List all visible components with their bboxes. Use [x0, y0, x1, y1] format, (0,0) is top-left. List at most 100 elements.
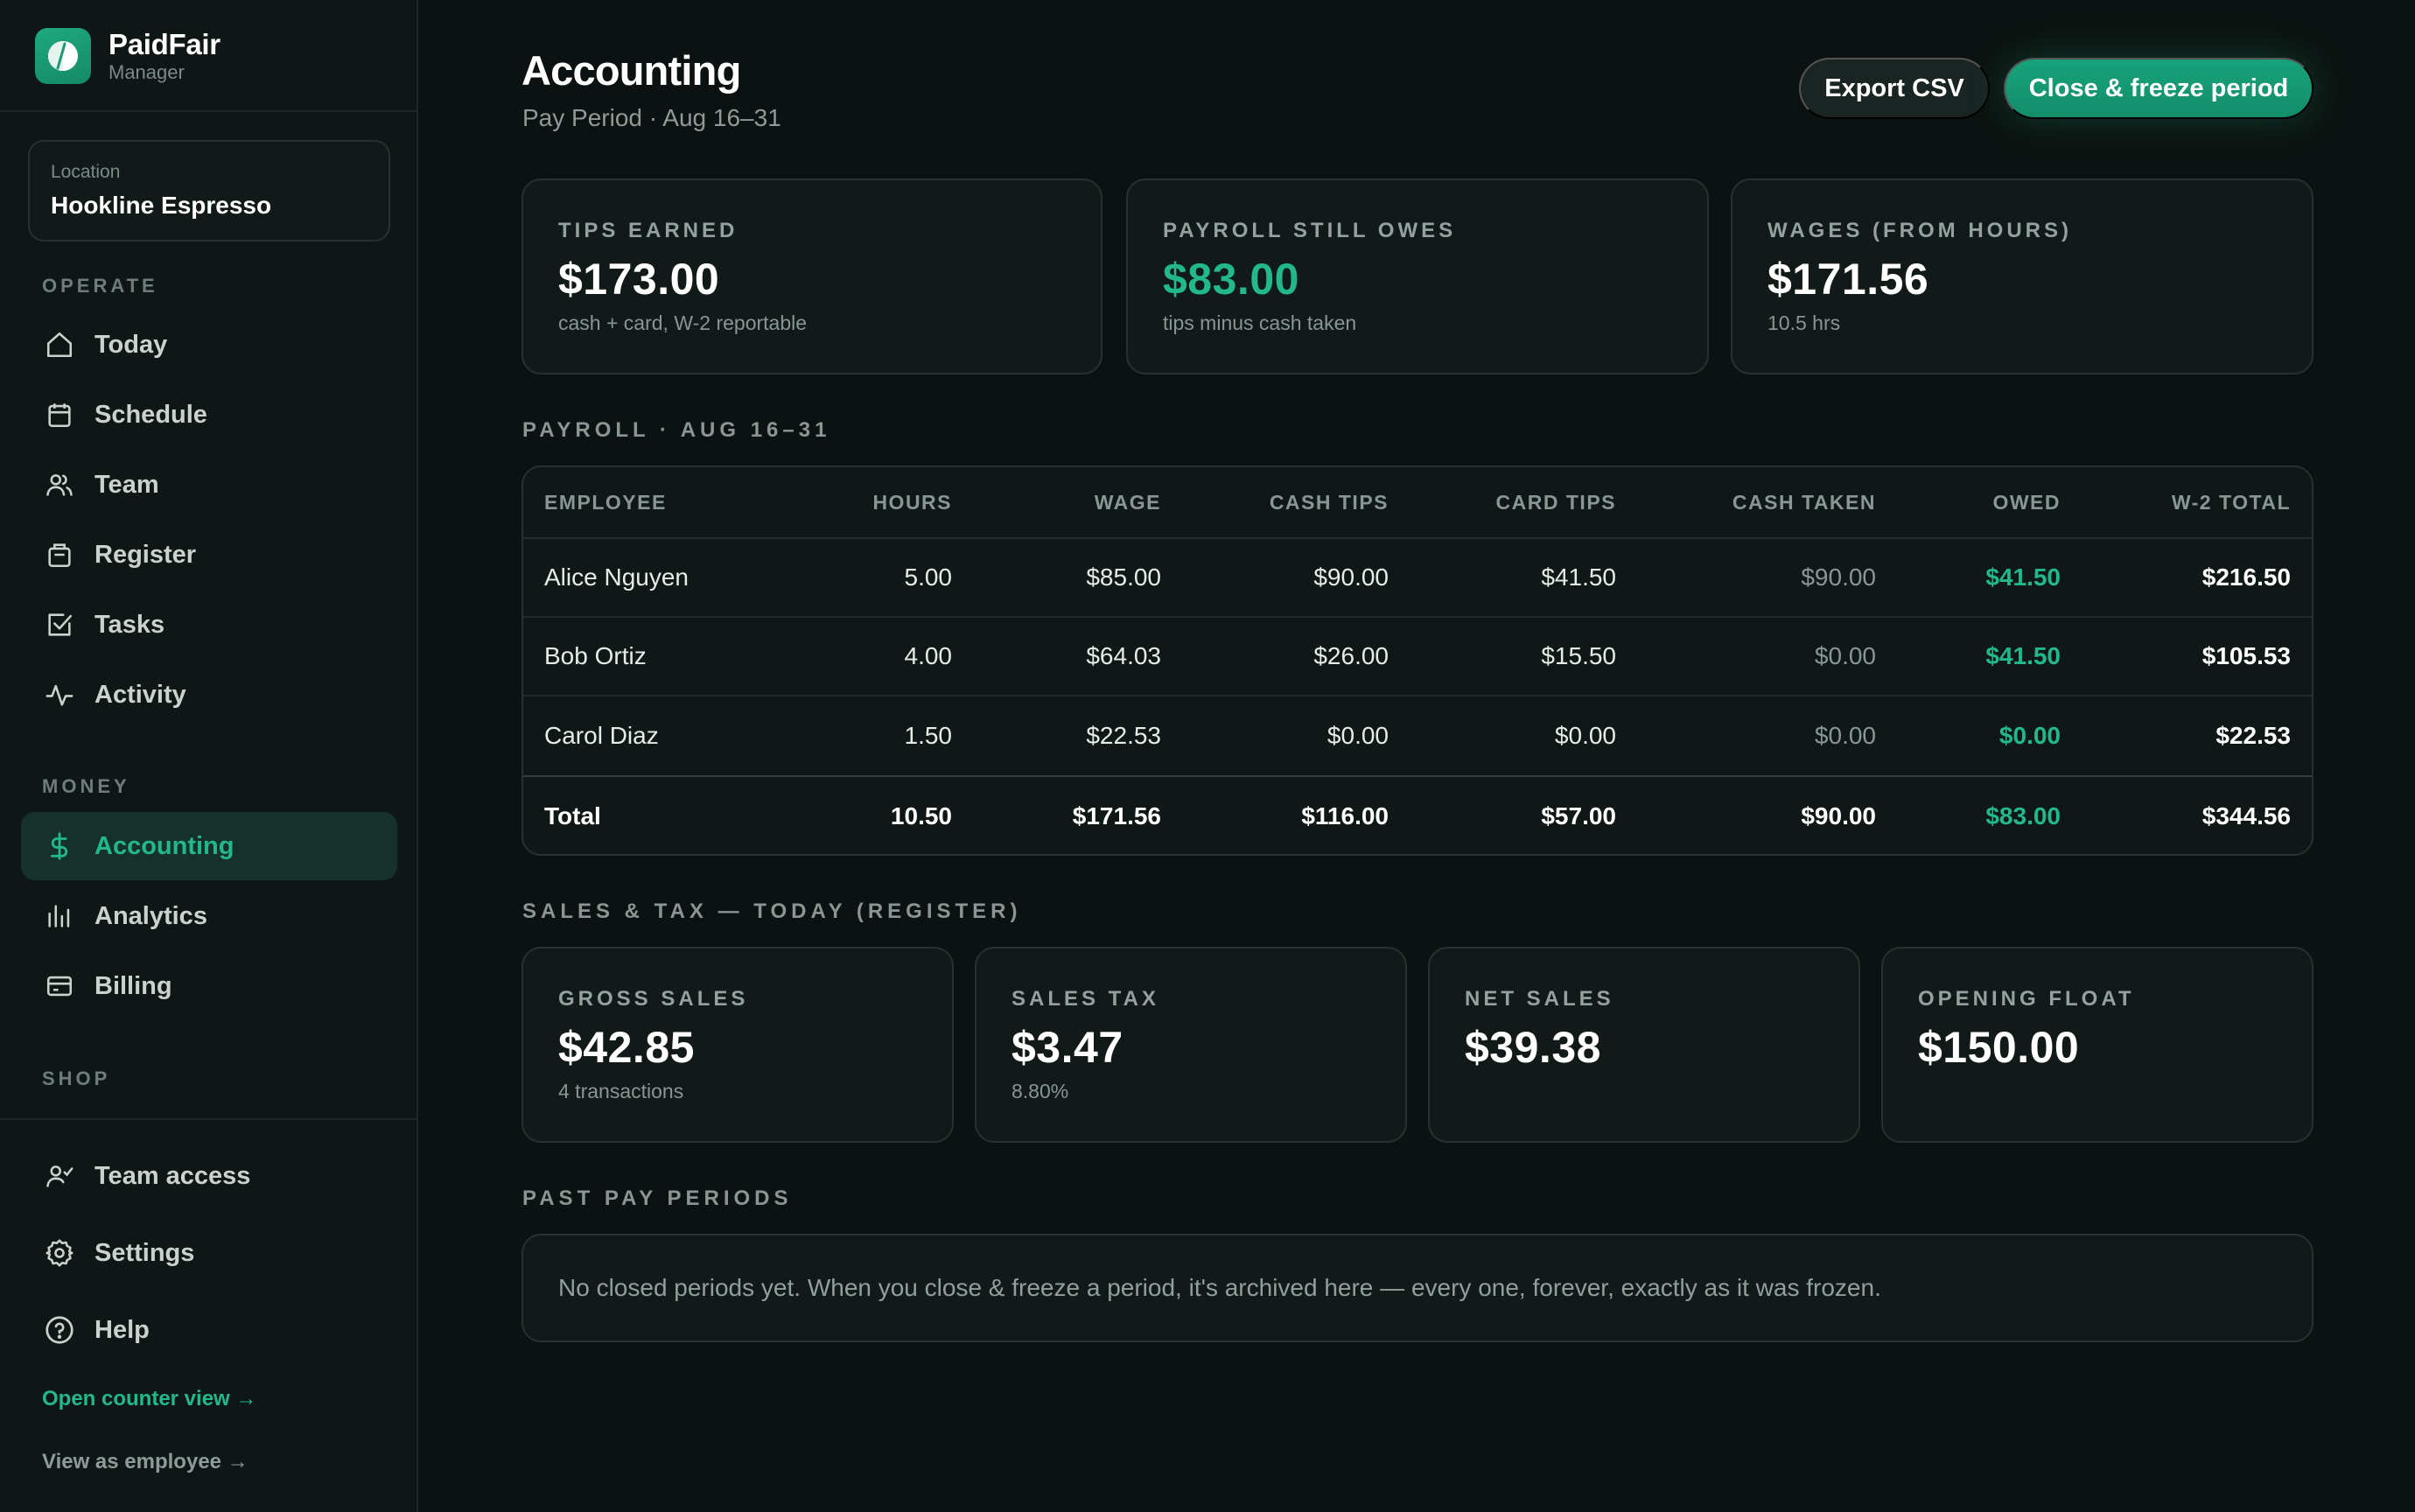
nav-item-label: Tasks — [94, 610, 165, 639]
nav-item-label: Register — [94, 540, 197, 569]
nav-item-accounting[interactable]: Accounting — [21, 812, 397, 880]
card-label: WAGES (FROM HOURS) — [1768, 219, 2072, 242]
card-value: $173.00 — [558, 255, 720, 304]
nav-item-label: Settings — [94, 1238, 195, 1267]
table-row[interactable]: Bob Ortiz 4.00 $64.03 $26.00 $15.50 $0.0… — [523, 618, 2312, 696]
payroll-table: EMPLOYEE HOURS WAGE CASH TIPS CARD TIPS … — [522, 466, 2314, 856]
column-header-hours[interactable]: HOURS — [872, 467, 952, 537]
section-label-shop: SHOP — [42, 1068, 111, 1089]
cell-cash-tips: $26.00 — [1313, 642, 1389, 669]
nav-item-schedule[interactable]: Schedule — [21, 381, 397, 449]
table-row[interactable]: Carol Diaz 1.50 $22.53 $0.00 $0.00 $0.00… — [523, 696, 2312, 775]
view-as-employee-link[interactable]: View as employee → — [42, 1450, 248, 1474]
cell-total-w2: $344.56 — [2202, 802, 2291, 830]
page-title: Accounting — [522, 47, 741, 94]
bar-chart-icon — [42, 899, 77, 934]
card-label: SALES TAX — [1012, 987, 1159, 1011]
nav-item-label: Schedule — [94, 400, 207, 429]
cell-wage: $85.00 — [1086, 564, 1161, 591]
card-label: OPENING FLOAT — [1918, 987, 2135, 1011]
close-freeze-period-button[interactable]: Close & freeze period — [2004, 58, 2314, 119]
cell-hours: 4.00 — [904, 642, 953, 669]
card-label: PAYROLL STILL OWES — [1163, 219, 1457, 242]
divider — [0, 1118, 418, 1120]
cell-cash-taken: $0.00 — [1814, 642, 1876, 669]
register-icon — [42, 537, 77, 572]
card-note: tips minus cash taken — [1163, 312, 1357, 334]
column-header-wage[interactable]: WAGE — [1095, 467, 1161, 537]
nav-item-label: Help — [94, 1315, 150, 1344]
column-header-card-tips[interactable]: CARD TIPS — [1496, 467, 1616, 537]
card-value: $3.47 — [1012, 1023, 1124, 1072]
nav-item-team-access[interactable]: Team access — [21, 1142, 397, 1210]
table-row[interactable]: Alice Nguyen 5.00 $85.00 $90.00 $41.50 $… — [523, 539, 2312, 618]
activity-icon — [42, 677, 77, 712]
cell-hours: 1.50 — [904, 722, 953, 749]
dollar-icon — [42, 829, 77, 864]
summary-card-payroll-owes: PAYROLL STILL OWES $83.00 tips minus cas… — [1126, 178, 1709, 374]
nav-item-label: Billing — [94, 971, 172, 1000]
location-value: Hookline Espresso — [51, 192, 272, 219]
card-note: cash + card, W-2 reportable — [558, 312, 808, 334]
nav-item-today[interactable]: Today — [21, 311, 397, 379]
cell-w2-total: $216.50 — [2202, 564, 2291, 591]
nav-item-label: Team access — [94, 1161, 251, 1190]
nav-item-analytics[interactable]: Analytics — [21, 882, 397, 950]
card-label: TIPS EARNED — [558, 219, 738, 242]
column-header-employee[interactable]: EMPLOYEE — [544, 467, 667, 537]
cell-total-label: Total — [544, 802, 601, 830]
nav-item-team[interactable]: Team — [21, 451, 397, 519]
column-header-w2-total[interactable]: W-2 TOTAL — [2172, 467, 2291, 537]
nav-item-label: Team — [94, 470, 159, 499]
card-value: $39.38 — [1465, 1023, 1601, 1072]
cell-card-tips: $15.50 — [1541, 642, 1616, 669]
table-header-row: EMPLOYEE HOURS WAGE CASH TIPS CARD TIPS … — [523, 467, 2312, 539]
home-icon — [42, 327, 77, 362]
card-value: $83.00 — [1163, 255, 1299, 304]
cell-wage: $22.53 — [1086, 722, 1161, 749]
card-value: $150.00 — [1918, 1023, 2080, 1072]
column-header-cash-tips[interactable]: CASH TIPS — [1270, 467, 1389, 537]
sales-card-opening-float: OPENING FLOAT $150.00 — [1881, 947, 2314, 1143]
open-counter-view-link[interactable]: Open counter view → — [42, 1387, 256, 1411]
location-label: Location — [51, 162, 121, 182]
cell-wage: $64.03 — [1086, 642, 1161, 669]
calendar-icon — [42, 397, 77, 432]
cell-cash-tips: $0.00 — [1326, 722, 1389, 749]
payroll-section-label: PAYROLL · AUG 16–31 — [522, 418, 831, 442]
brand-subtitle: Manager — [108, 61, 185, 83]
cell-total-hours: 10.50 — [890, 802, 952, 830]
cell-employee: Bob Ortiz — [544, 642, 647, 669]
card-note: 10.5 hrs — [1768, 312, 1841, 334]
nav-item-activity[interactable]: Activity — [21, 661, 397, 729]
nav-item-register[interactable]: Register — [21, 521, 397, 589]
column-header-owed[interactable]: OWED — [1992, 467, 2061, 537]
divider — [0, 110, 418, 112]
cell-total-card-tips: $57.00 — [1541, 802, 1616, 830]
nav-item-tasks[interactable]: Tasks — [21, 591, 397, 659]
cell-total-owed: $83.00 — [1985, 802, 2061, 830]
summary-card-tips-earned: TIPS EARNED $173.00 cash + card, W-2 rep… — [522, 178, 1102, 374]
cell-w2-total: $22.53 — [2216, 722, 2291, 749]
cell-employee: Alice Nguyen — [544, 564, 689, 591]
location-selector[interactable]: Location Hookline Espresso — [28, 140, 390, 242]
gear-icon — [42, 1236, 77, 1270]
brand[interactable]: PaidFair Manager — [35, 26, 220, 86]
nav-item-label: Accounting — [94, 831, 234, 860]
nav-item-settings[interactable]: Settings — [21, 1219, 397, 1287]
cell-total-wage: $171.56 — [1072, 802, 1161, 830]
nav-item-label: Activity — [94, 680, 186, 709]
column-header-cash-taken[interactable]: CASH TAKEN — [1732, 467, 1876, 537]
brand-logo-icon — [35, 28, 91, 84]
section-label-money: MONEY — [42, 775, 130, 797]
sales-section-label: SALES & TAX — TODAY (REGISTER) — [522, 900, 1022, 923]
sales-card-tax: SALES TAX $3.47 8.80% — [975, 947, 1407, 1143]
card-label: NET SALES — [1465, 987, 1614, 1011]
cell-card-tips: $41.50 — [1541, 564, 1616, 591]
card-note: 8.80% — [1012, 1080, 1069, 1102]
nav-item-help[interactable]: Help — [21, 1296, 397, 1364]
cell-hours: 5.00 — [904, 564, 953, 591]
export-csv-button[interactable]: Export CSV — [1799, 58, 1990, 119]
nav-item-billing[interactable]: Billing — [21, 952, 397, 1020]
page-subtitle: Pay Period · Aug 16–31 — [522, 104, 781, 131]
